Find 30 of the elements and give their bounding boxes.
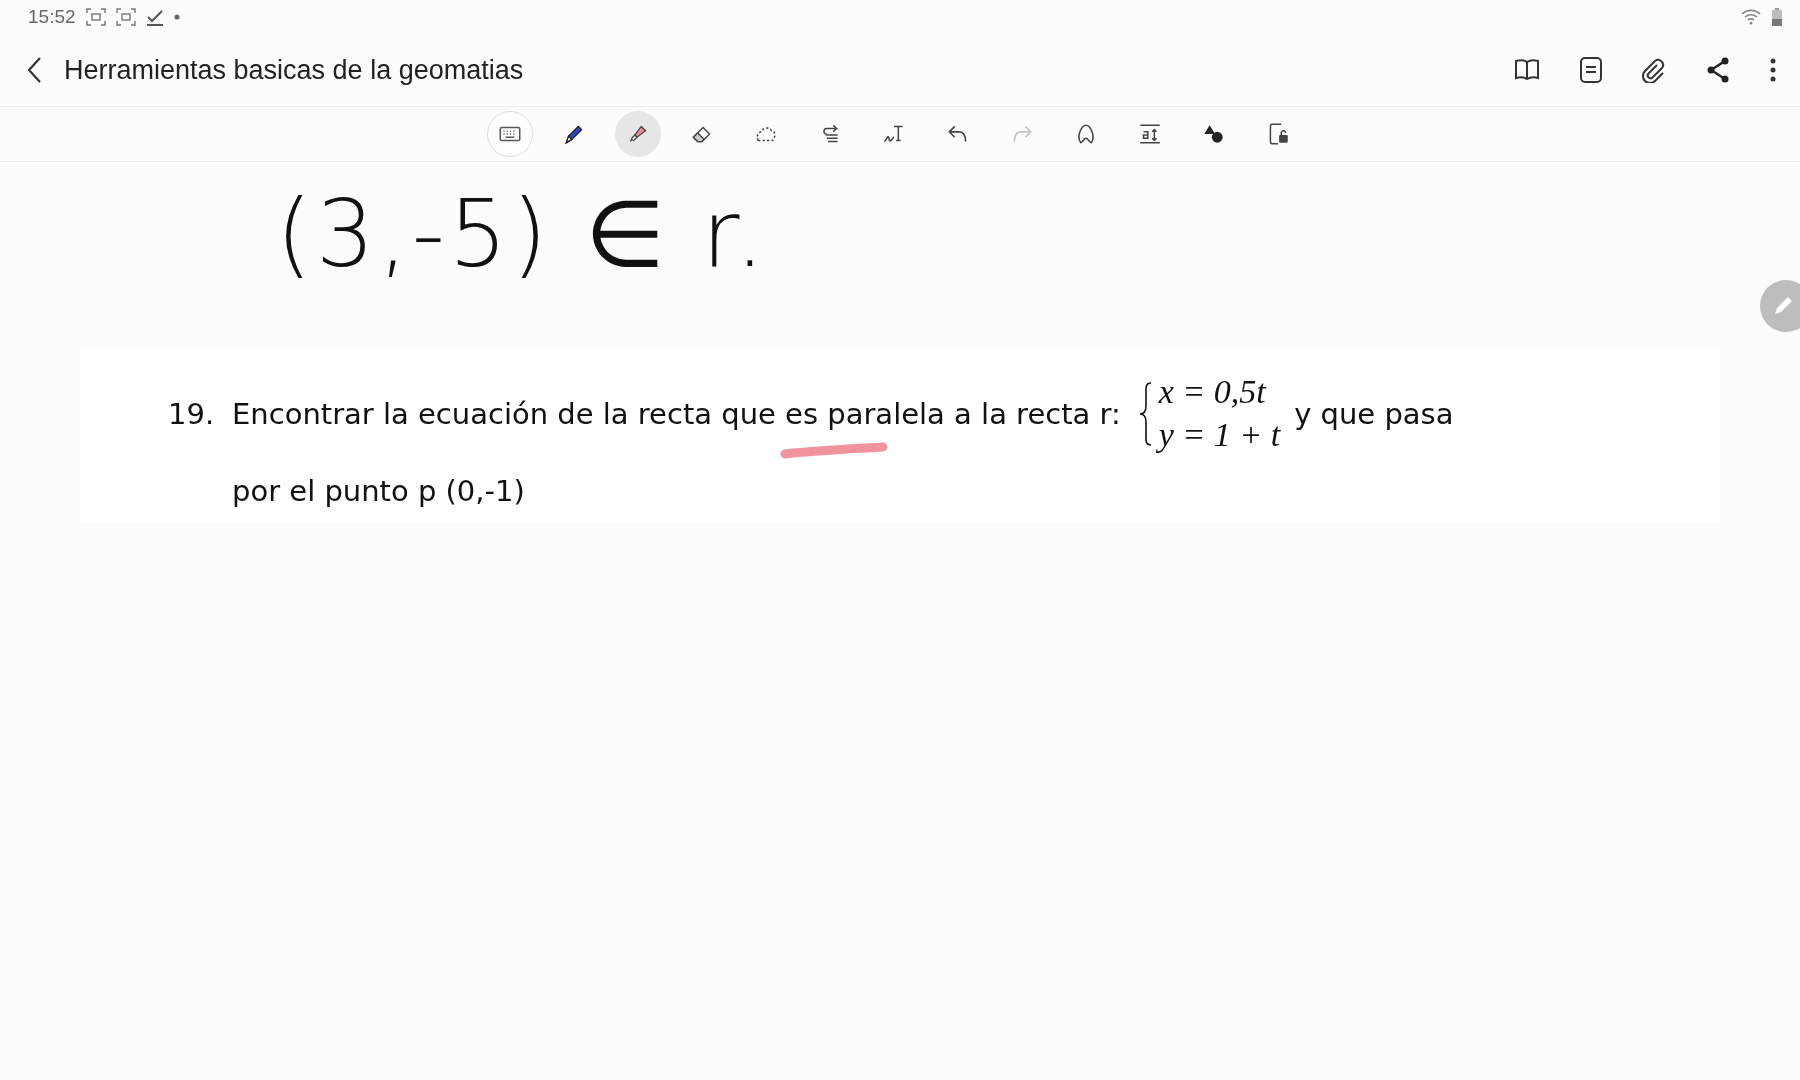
keyboard-tool[interactable] [487,111,533,157]
problem-text: Encontrar la ecuación de la recta que es paralela a la recta r: [232,396,1121,431]
screen-record-icon [85,8,106,26]
status-time: 15:52 [28,6,76,28]
attach-button[interactable] [1642,57,1666,83]
wifi-icon [1740,8,1762,26]
highlighter-tool[interactable] [615,111,661,157]
book-icon [1514,58,1540,82]
page-button[interactable] [1580,57,1602,83]
book-button[interactable] [1514,58,1540,82]
dot-icon [173,14,180,20]
problem-text: y que pasa [1294,396,1454,431]
document-icon [1580,57,1602,83]
equation: x = 0,5t [1158,372,1268,413]
share-button[interactable] [1706,57,1730,83]
paperclip-icon [1642,57,1666,83]
check-icon [145,8,164,26]
note-title: Herramientas basicas de la geomatias [64,54,525,86]
equation: y = 1 + t [1158,414,1281,455]
problem-text: por el punto p (0,-1) [232,474,526,509]
battery-icon [1772,8,1782,26]
problem-number: 19. [168,396,216,431]
back-icon [26,56,42,84]
more-icon [1770,58,1776,82]
handwritten-note: (3,-5) ∈ r. [276,184,769,286]
back-button[interactable] [26,56,42,84]
screen-record-icon [115,8,136,26]
brace-icon [1138,381,1153,446]
more-button[interactable] [1770,58,1776,82]
share-icon [1706,57,1730,83]
